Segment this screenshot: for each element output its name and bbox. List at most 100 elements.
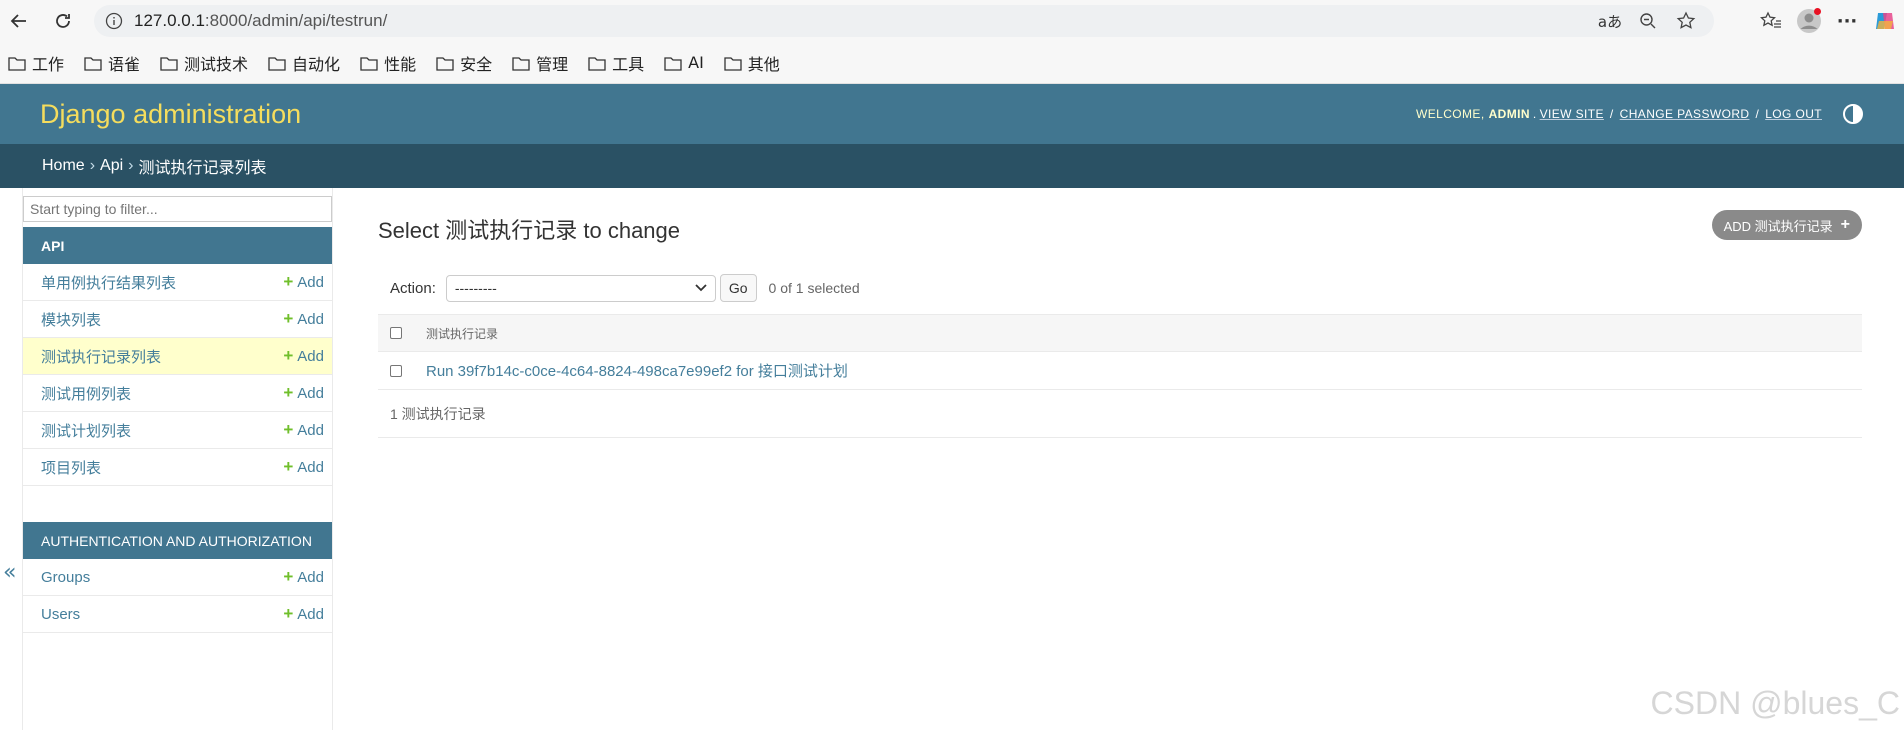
add-label: Add bbox=[297, 421, 324, 439]
plus-icon: + bbox=[283, 420, 294, 439]
add-link[interactable]: + Add bbox=[283, 272, 324, 292]
view-site-link[interactable]: View site bbox=[1540, 107, 1604, 121]
folder-icon bbox=[436, 56, 454, 71]
info-icon[interactable] bbox=[104, 11, 124, 31]
add-link[interactable]: + Add bbox=[283, 457, 324, 477]
result-list: 测试执行记录 Run 39f7b14c-c0ce-4c64-8824-498ca… bbox=[378, 314, 1862, 438]
add-label: Add bbox=[297, 347, 324, 365]
row-checkbox[interactable] bbox=[390, 364, 402, 377]
folder-icon bbox=[8, 56, 26, 71]
more-icon[interactable]: ··· bbox=[1828, 5, 1866, 37]
browser-toolbar: 127.0.0.1:8000/admin/api/testrun/ aあ ··· bbox=[0, 0, 1904, 42]
site-branding[interactable]: Django administration bbox=[40, 99, 301, 130]
change-password-link[interactable]: Change password bbox=[1620, 107, 1750, 121]
sidebar-item: Users + Add bbox=[23, 596, 332, 633]
sidebar-item: 项目列表 + Add bbox=[23, 449, 332, 486]
profile-avatar-icon[interactable] bbox=[1790, 5, 1828, 37]
model-link[interactable]: 项目列表 bbox=[41, 457, 101, 478]
breadcrumb-app[interactable]: Api bbox=[100, 157, 123, 175]
bookmark-folder[interactable]: 工具 bbox=[588, 51, 644, 75]
add-link[interactable]: + Add bbox=[283, 420, 324, 440]
breadcrumb-current: 测试执行记录列表 bbox=[138, 160, 267, 177]
record-link[interactable]: Run 39f7b14c-c0ce-4c64-8824-498ca7e99ef2… bbox=[426, 360, 848, 381]
bookmark-folder[interactable]: 其他 bbox=[724, 51, 780, 75]
go-button[interactable]: Go bbox=[719, 274, 757, 302]
folder-icon bbox=[268, 56, 286, 71]
site-header: Django administration Welcome, admin. Vi… bbox=[0, 84, 1904, 144]
bookmark-folder[interactable]: 测试技术 bbox=[160, 51, 248, 75]
add-link[interactable]: + Add bbox=[283, 604, 324, 624]
page-title: Select 测试执行记录 to change bbox=[378, 218, 681, 243]
add-link[interactable]: + Add bbox=[283, 383, 324, 403]
folder-icon bbox=[84, 56, 102, 71]
plus-icon: + bbox=[1840, 216, 1850, 233]
sidebar-item: 测试用例列表 + Add bbox=[23, 375, 332, 412]
folder-icon bbox=[360, 56, 378, 71]
breadcrumb-home[interactable]: Home bbox=[42, 157, 85, 175]
sidebar-collapse-toggle[interactable]: « bbox=[3, 560, 16, 585]
bookmark-folder[interactable]: 语雀 bbox=[84, 51, 140, 75]
bookmark-folder[interactable]: 自动化 bbox=[268, 51, 340, 75]
bookmark-folder[interactable]: 工作 bbox=[8, 51, 64, 75]
zoom-icon[interactable] bbox=[1634, 9, 1662, 33]
bookmark-folder[interactable]: AI bbox=[664, 53, 704, 72]
bookmark-folder[interactable]: 管理 bbox=[512, 51, 568, 75]
action-select[interactable]: --------- bbox=[445, 274, 716, 302]
add-label: Add bbox=[297, 568, 324, 586]
reload-icon[interactable] bbox=[48, 6, 78, 36]
address-bar[interactable]: 127.0.0.1:8000/admin/api/testrun/ aあ bbox=[94, 5, 1714, 37]
plus-icon: + bbox=[283, 457, 294, 476]
plus-icon: + bbox=[283, 346, 294, 365]
add-label: Add bbox=[297, 273, 324, 291]
module-caption-api[interactable]: API bbox=[23, 227, 332, 264]
model-link[interactable]: 模块列表 bbox=[41, 309, 101, 330]
sidebar-item-current: 测试执行记录列表 + Add bbox=[23, 338, 332, 375]
add-button-label: ADD 测试执行记录 bbox=[1723, 218, 1833, 234]
add-link[interactable]: + Add bbox=[283, 346, 324, 366]
welcome-text: Welcome, bbox=[1416, 107, 1485, 121]
theme-toggle-icon[interactable] bbox=[1842, 103, 1864, 125]
folder-icon bbox=[160, 56, 178, 71]
model-link[interactable]: 单用例执行结果列表 bbox=[41, 272, 176, 293]
bookmark-label: 安全 bbox=[460, 54, 493, 74]
sidebar-item: Groups + Add bbox=[23, 559, 332, 596]
model-link[interactable]: 测试用例列表 bbox=[41, 383, 131, 404]
paginator: 1 测试执行记录 bbox=[378, 390, 1862, 438]
model-link[interactable]: 测试执行记录列表 bbox=[41, 346, 161, 367]
bookmark-folder[interactable]: 性能 bbox=[360, 51, 416, 75]
table-header: 测试执行记录 bbox=[378, 314, 1862, 352]
user-tools: Welcome, admin. View site / Change passw… bbox=[1416, 103, 1864, 125]
add-label: Add bbox=[297, 605, 324, 623]
breadcrumb: Home › Api › 测试执行记录列表 bbox=[0, 144, 1904, 188]
select-all-checkbox[interactable] bbox=[390, 327, 402, 339]
bookmark-label: 其他 bbox=[747, 54, 780, 74]
add-record-button[interactable]: ADD 测试执行记录 + bbox=[1711, 210, 1862, 240]
bookmarks-bar: 工作 语雀 测试技术 自动化 性能 安全 管理 工具 AI 其他 bbox=[0, 42, 1904, 84]
logout-link[interactable]: Log out bbox=[1765, 107, 1822, 121]
url-path: :8000/admin/api/testrun/ bbox=[204, 11, 388, 30]
folder-icon bbox=[588, 56, 606, 71]
sidebar-item: 单用例执行结果列表 + Add bbox=[23, 264, 332, 301]
bookmark-folder[interactable]: 安全 bbox=[436, 51, 492, 75]
add-link[interactable]: + Add bbox=[283, 309, 324, 329]
username: admin bbox=[1488, 107, 1530, 121]
sidebar-item: 模块列表 + Add bbox=[23, 301, 332, 338]
favorites-icon[interactable] bbox=[1752, 5, 1790, 37]
action-selected-value: --------- bbox=[454, 280, 497, 296]
translate-icon[interactable]: aあ bbox=[1596, 9, 1624, 33]
column-header[interactable]: 测试执行记录 bbox=[426, 325, 498, 342]
add-link[interactable]: + Add bbox=[283, 567, 324, 587]
model-link[interactable]: Users bbox=[41, 606, 80, 623]
model-link[interactable]: Groups bbox=[41, 569, 90, 586]
bookmark-label: 管理 bbox=[536, 54, 569, 74]
folder-icon bbox=[512, 56, 530, 71]
bookmark-label: 性能 bbox=[384, 54, 417, 74]
bookmark-label: 自动化 bbox=[292, 54, 341, 74]
module-caption-auth[interactable]: Authentication and Authorization bbox=[23, 522, 332, 559]
copilot-icon[interactable] bbox=[1866, 5, 1904, 37]
url-text[interactable]: 127.0.0.1:8000/admin/api/testrun/ bbox=[134, 11, 387, 31]
back-icon[interactable] bbox=[4, 6, 34, 36]
favorite-star-icon[interactable] bbox=[1672, 9, 1700, 33]
nav-filter-input[interactable] bbox=[23, 196, 332, 222]
model-link[interactable]: 测试计划列表 bbox=[41, 420, 131, 441]
